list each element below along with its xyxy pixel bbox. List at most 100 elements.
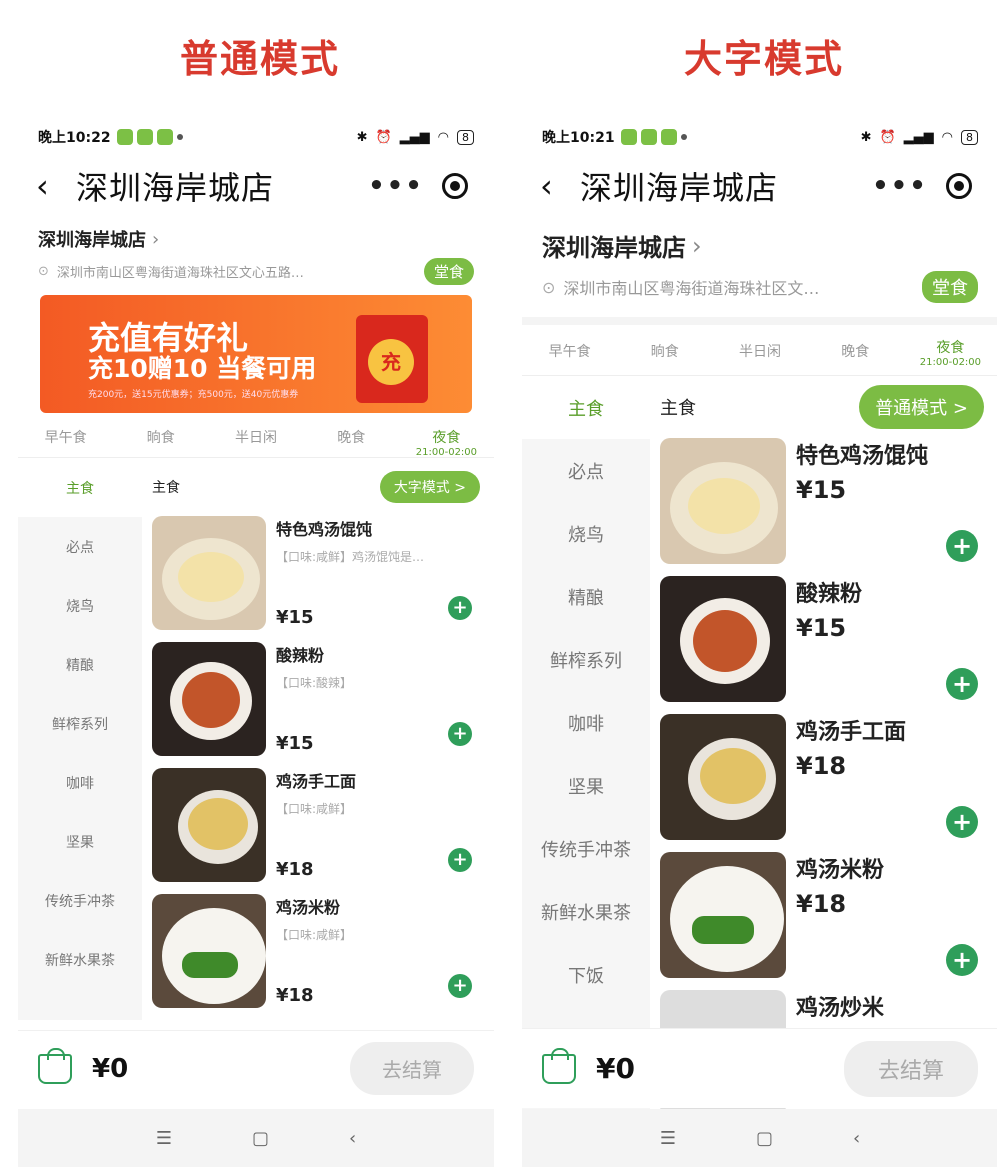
notification-icons (620, 129, 687, 145)
tab-night[interactable]: 夜食 21:00-02:00 (903, 325, 997, 375)
dish-description: 【口味:咸鲜】 (276, 928, 353, 942)
dish-list: 主食 大字模式 > 特色鸡汤馄饨 【口味:咸鲜】鸡汤馄饨是… ¥15 + 酸辣粉… (142, 458, 494, 1020)
dish-image (152, 642, 266, 756)
sidebar-item-tea[interactable]: 传统手冲茶 (18, 871, 142, 930)
dish-item[interactable]: 鸡汤米粉 ¥18 + (650, 852, 997, 990)
dish-item[interactable]: 鸡汤手工面 ¥18 + (650, 714, 997, 852)
sidebar-item-fruit-tea[interactable]: 新鲜水果茶 (522, 880, 650, 943)
dish-item[interactable]: 酸辣粉 ¥15 + (650, 576, 997, 714)
dish-item[interactable]: 鸡汤米粉 【口味:咸鲜】 ¥18 + (142, 894, 494, 1020)
add-to-cart-icon[interactable]: + (946, 530, 978, 562)
sidebar-item-main[interactable]: 主食 (522, 376, 650, 439)
location-pin-icon: ⊙ (542, 277, 556, 297)
tab-lunch[interactable]: 晌食 (113, 413, 208, 457)
sidebar-item-fresh-juice[interactable]: 鲜榨系列 (18, 694, 142, 753)
dish-item[interactable]: 鸡汤手工面 【口味:咸鲜】 ¥18 + (142, 768, 494, 894)
sidebar-item-main[interactable]: 主食 (18, 458, 142, 517)
tab-afternoon[interactable]: 半日闲 (208, 413, 303, 457)
page-title: 深圳海岸城店 (76, 169, 275, 207)
category-title: 主食 (152, 480, 180, 496)
large-mode-button[interactable]: 大字模式 > (379, 471, 480, 503)
dish-item[interactable]: 酸辣粉 【口味:酸辣】 ¥15 + (142, 642, 494, 768)
dish-name: 鸡汤米粉 (796, 858, 885, 883)
tab-lunch[interactable]: 晌食 (617, 325, 712, 375)
sidebar-item-fresh-juice[interactable]: 鲜榨系列 (522, 628, 650, 691)
more-menu-icon[interactable]: ••• (870, 171, 930, 201)
signal-icon: ▂▄▆ (903, 129, 934, 145)
sidebar-item-rice-dishes[interactable]: 下饭 (522, 943, 650, 1006)
home-icon[interactable]: ▢ (252, 1128, 269, 1149)
tab-night-time: 21:00-02:00 (919, 357, 982, 368)
large-mode-heading: 大字模式 (684, 37, 845, 81)
dish-item[interactable]: 特色鸡汤馄饨 【口味:咸鲜】鸡汤馄饨是… ¥15 + (142, 516, 494, 642)
dish-name: 酸辣粉 (796, 582, 863, 607)
shop-name-link[interactable]: 深圳海岸城店 › (18, 216, 494, 252)
add-to-cart-icon[interactable]: + (448, 722, 472, 746)
category-title: 主食 (660, 398, 696, 419)
add-to-cart-icon[interactable]: + (448, 974, 472, 998)
tab-night-label: 夜食 (432, 430, 461, 446)
more-menu-icon[interactable]: ••• (366, 171, 426, 201)
category-sidebar: 主食 必点 烧鸟 精酿 鲜榨系列 咖啡 坚果 传统手冲茶 新鲜水果茶 (18, 458, 142, 1020)
tab-afternoon[interactable]: 半日闲 (712, 325, 807, 375)
add-to-cart-icon[interactable]: + (946, 944, 978, 976)
sidebar-item-tea[interactable]: 传统手冲茶 (522, 817, 650, 880)
dine-in-badge[interactable]: 堂食 (423, 258, 474, 285)
shopping-bag-icon[interactable] (542, 1047, 576, 1084)
dine-in-badge[interactable]: 堂食 (922, 271, 978, 303)
system-nav-bar: ☰ ▢ ‹ (18, 1109, 494, 1167)
sidebar-item-fruit-tea[interactable]: 新鲜水果茶 (18, 930, 142, 989)
back-arrow-icon[interactable]: ‹ (540, 167, 580, 205)
tab-night-label: 夜食 (936, 340, 965, 356)
tab-dinner[interactable]: 晚食 (808, 325, 903, 375)
status-bar: 晚上10:22 ✱ ⏰ ▂▄▆ ◠ 8 (18, 118, 494, 156)
dish-image (660, 438, 786, 564)
back-icon[interactable]: ‹ (349, 1128, 356, 1149)
miniprogram-close-icon[interactable] (442, 173, 468, 199)
menu-icon[interactable]: ☰ (660, 1128, 676, 1149)
promo-banner[interactable]: 充值有好礼 充10赠10 当餐可用 充200元，送15元优惠券；充500元，送4… (40, 295, 472, 413)
tab-dinner[interactable]: 晚食 (304, 413, 399, 457)
add-to-cart-icon[interactable]: + (946, 668, 978, 700)
add-to-cart-icon[interactable]: + (946, 806, 978, 838)
location-pin-icon: ⊙ (38, 264, 49, 279)
sidebar-item-musthave[interactable]: 必点 (522, 439, 650, 502)
phone-large-mode: 晚上10:21 ✱ ⏰ ▂▄▆ ◠ 8 ‹ 深圳海岸城店 ••• 深圳海岸城店 … (522, 118, 997, 1167)
sidebar-item-nuts[interactable]: 坚果 (522, 754, 650, 817)
normal-mode-button[interactable]: 普通模式 > (859, 385, 984, 429)
sidebar-item-yakitori[interactable]: 烧鸟 (18, 576, 142, 635)
sidebar-item-craftbeer[interactable]: 精酿 (522, 565, 650, 628)
add-to-cart-icon[interactable]: + (448, 596, 472, 620)
tab-breakfast[interactable]: 早午食 (522, 325, 617, 375)
checkout-button[interactable]: 去结算 (350, 1042, 474, 1095)
sidebar-item-nuts[interactable]: 坚果 (18, 812, 142, 871)
add-to-cart-icon[interactable]: + (448, 848, 472, 872)
menu-icon[interactable]: ☰ (156, 1128, 172, 1149)
address-row: ⊙ 深圳市南山区粤海街道海珠社区文心五路… 堂食 (18, 252, 494, 285)
shopping-bag-icon[interactable] (38, 1047, 72, 1084)
checkout-button[interactable]: 去结算 (843, 1040, 978, 1097)
sidebar-item-coffee[interactable]: 咖啡 (18, 753, 142, 812)
dish-image (660, 852, 786, 978)
sidebar-item-musthave[interactable]: 必点 (18, 517, 142, 576)
alarm-icon: ⏰ (375, 129, 392, 145)
sidebar-item-craftbeer[interactable]: 精酿 (18, 635, 142, 694)
shop-name-link[interactable]: 深圳海岸城店 › (522, 216, 997, 263)
nav-bar: ‹ 深圳海岸城店 ••• (18, 156, 494, 216)
sidebar-item-coffee[interactable]: 咖啡 (522, 691, 650, 754)
system-nav-bar: ☰ ▢ ‹ (522, 1109, 997, 1167)
tab-breakfast[interactable]: 早午食 (18, 413, 113, 457)
home-icon[interactable]: ▢ (756, 1128, 773, 1149)
back-arrow-icon[interactable]: ‹ (36, 167, 76, 205)
tab-night[interactable]: 夜食 21:00-02:00 (399, 413, 494, 458)
miniprogram-close-icon[interactable] (946, 173, 972, 199)
dish-price: ¥15 (276, 733, 314, 754)
cart-total: ¥0 (596, 1052, 635, 1085)
back-icon[interactable]: ‹ (853, 1128, 860, 1149)
phone-normal-mode: 晚上10:22 ✱ ⏰ ▂▄▆ ◠ 8 ‹ 深圳海岸城店 ••• 深圳海岸城店 … (18, 118, 494, 1167)
dish-item[interactable]: 特色鸡汤馄饨 ¥15 + (650, 438, 997, 576)
sidebar-item-yakitori[interactable]: 烧鸟 (522, 502, 650, 565)
banner-subtitle: 充10赠10 当餐可用 (88, 354, 317, 383)
status-bar: 晚上10:21 ✱ ⏰ ▂▄▆ ◠ 8 (522, 118, 997, 156)
dish-price: ¥15 (276, 607, 314, 628)
